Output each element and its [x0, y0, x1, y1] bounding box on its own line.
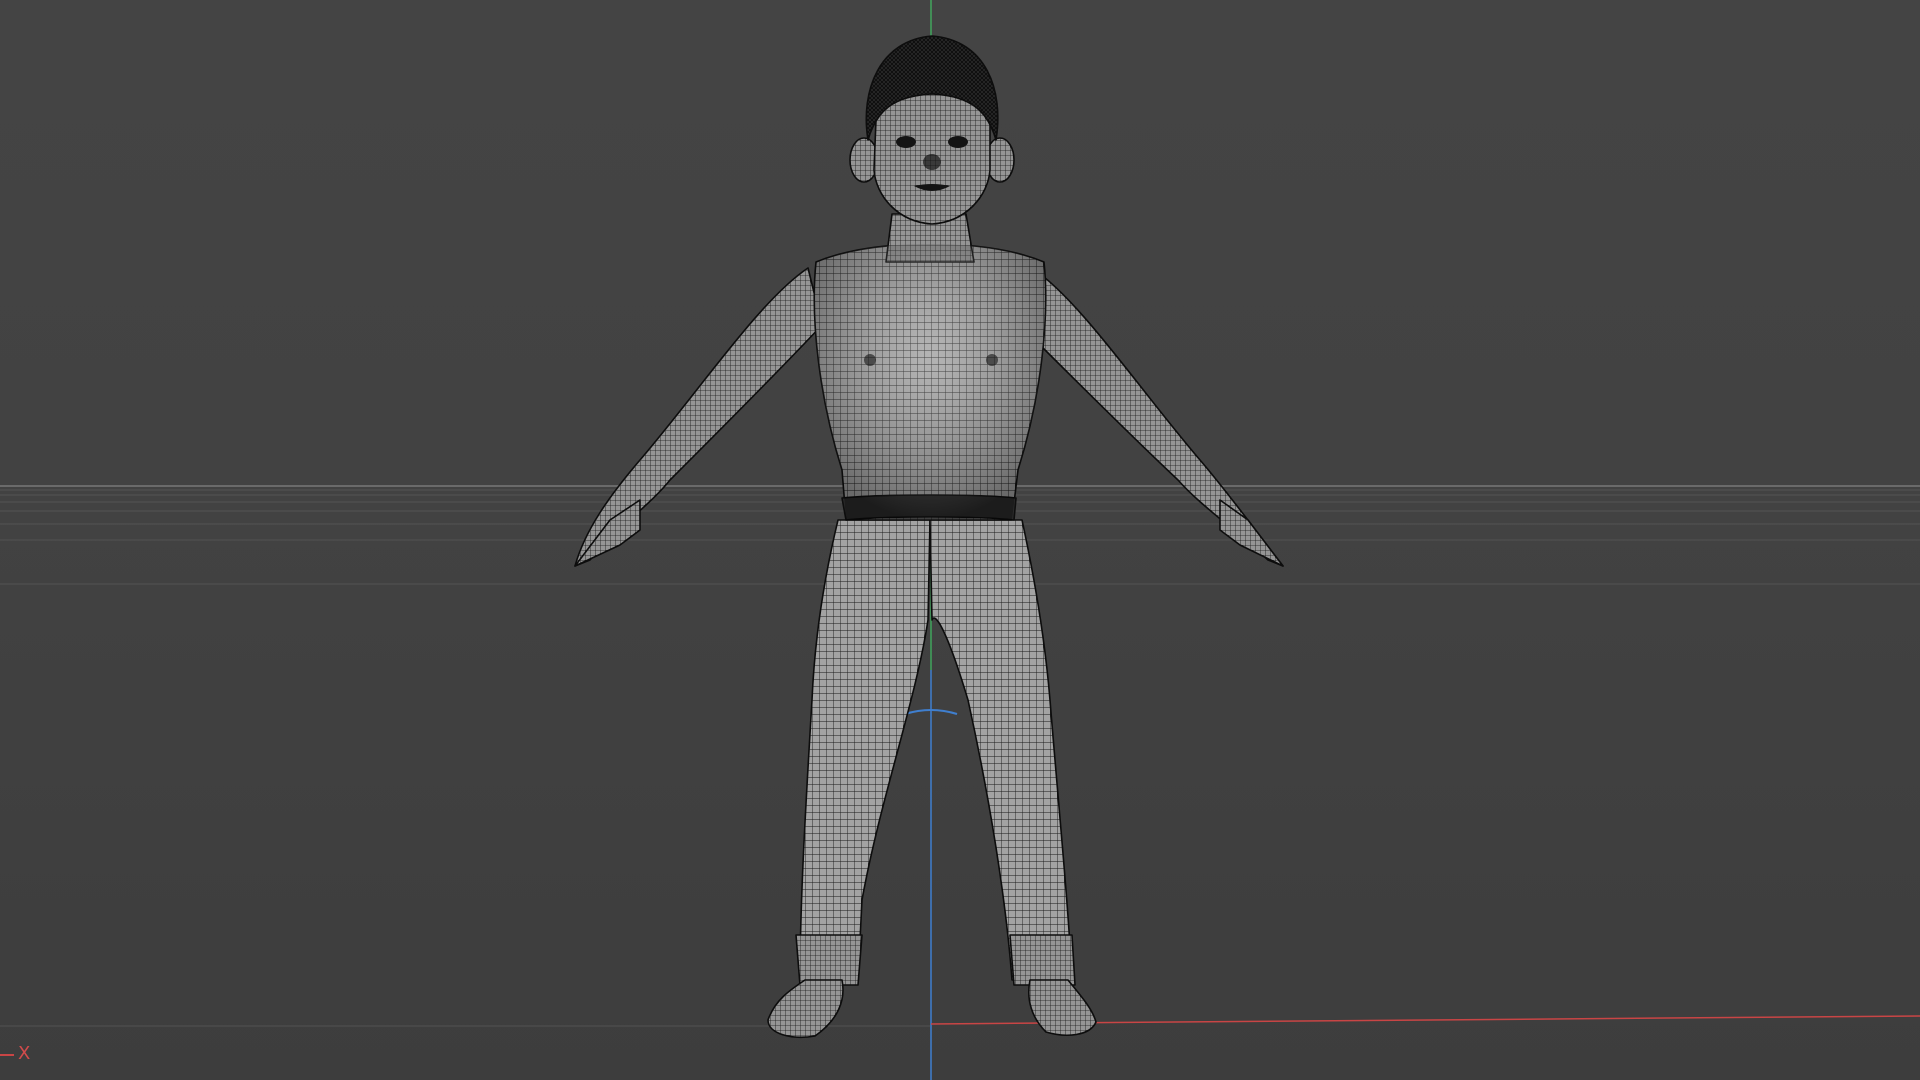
3d-viewport[interactable]: X: [0, 0, 1920, 1080]
left-pant-cuff: [795, 934, 863, 986]
right-pant-cuff: [1009, 934, 1076, 986]
right-foot: [1028, 979, 1097, 1036]
viewport-scene[interactable]: [0, 0, 1920, 1080]
left-leg: [799, 519, 931, 981]
axis-indicator: X: [0, 1042, 40, 1066]
axis-label-x: X: [18, 1043, 31, 1064]
right-hand: [1219, 499, 1284, 567]
right-leg: [929, 519, 1073, 981]
left-foot: [767, 979, 844, 1038]
x-axis-icon: [0, 1054, 14, 1056]
